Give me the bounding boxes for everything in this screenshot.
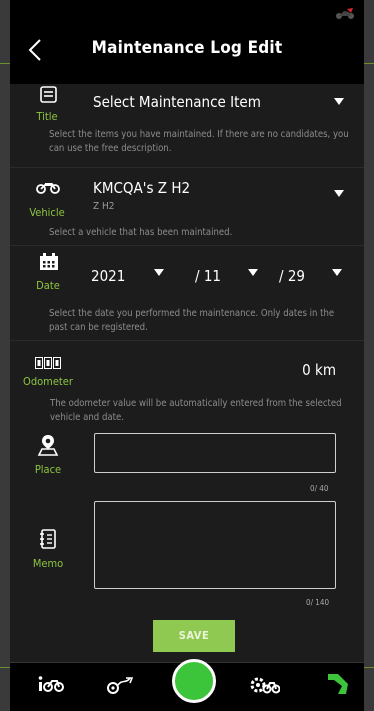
maintenance-gear-icon[interactable] (250, 675, 280, 695)
bike-info-icon[interactable] (38, 675, 64, 693)
odometer-icon (35, 357, 61, 369)
title-value[interactable]: Select Maintenance Item (93, 93, 261, 111)
left-edge (0, 0, 10, 711)
day-dropdown-caret[interactable] (332, 269, 342, 276)
home-center-button[interactable] (172, 659, 216, 703)
page-title: Maintenance Log Edit (91, 38, 283, 58)
date-year[interactable]: 2021 (91, 267, 125, 285)
odometer-label: Odometer (23, 375, 73, 388)
list-icon (40, 86, 57, 103)
vehicle-dropdown-caret[interactable] (334, 190, 344, 197)
vehicle-help-text: Select a vehicle that has been maintaine… (49, 227, 233, 238)
brand-bike-icon (336, 8, 354, 19)
month-dropdown-caret[interactable] (248, 269, 258, 276)
screen: Maintenance Log Edit Title Select Mainte… (10, 0, 364, 711)
odometer-help-text: The odometer value will be automatically… (50, 398, 342, 423)
memo-char-counter: 0/ 140 (306, 598, 330, 607)
vehicle-model: Z H2 (93, 201, 115, 212)
edge-line (364, 667, 374, 668)
vehicle-row[interactable]: Vehicle KMCQA's Z H2 Z H2 Select a vehic… (10, 167, 364, 246)
date-help-text: Select the date you performed the mainte… (49, 308, 335, 333)
memo-textarea[interactable] (94, 501, 336, 589)
title-label: Title (36, 110, 58, 123)
place-label: Place (34, 463, 62, 476)
map-pin-icon (37, 435, 59, 456)
motorcycle-icon (36, 183, 60, 194)
edge-line (364, 63, 374, 64)
save-button[interactable]: SAVE (153, 620, 235, 652)
odometer-value: 0 km (302, 361, 336, 379)
date-row: Date 2021 / 11 / 29 Select the date you … (10, 245, 364, 341)
odometer-row: Odometer 0 km The odometer value will be… (10, 340, 364, 424)
header: Maintenance Log Edit (10, 0, 364, 84)
edge-line (0, 667, 10, 668)
route-map-icon[interactable] (106, 675, 134, 695)
bottom-tab-bar (10, 659, 364, 711)
title-dropdown-caret[interactable] (334, 98, 344, 105)
right-edge (364, 0, 374, 711)
app-root: Maintenance Log Edit Title Select Mainte… (0, 0, 374, 711)
vehicle-label: Vehicle (29, 206, 65, 219)
vehicle-value[interactable]: KMCQA's Z H2 (93, 179, 190, 197)
place-input[interactable] (94, 433, 336, 473)
date-day[interactable]: / 29 (279, 267, 305, 285)
edge-line (0, 63, 10, 64)
title-row[interactable]: Title Select Maintenance Item Select the… (10, 84, 364, 168)
notebook-icon (40, 529, 56, 549)
calendar-icon (40, 253, 58, 270)
title-help-text: Select the items you have maintained. If… (49, 129, 349, 154)
memo-label: Memo (32, 557, 64, 570)
date-month[interactable]: / 11 (195, 267, 221, 285)
year-dropdown-caret[interactable] (154, 269, 164, 276)
place-char-counter: 0/ 40 (310, 484, 329, 493)
date-label: Date (36, 279, 60, 292)
kawasaki-logo-icon[interactable] (324, 672, 350, 696)
